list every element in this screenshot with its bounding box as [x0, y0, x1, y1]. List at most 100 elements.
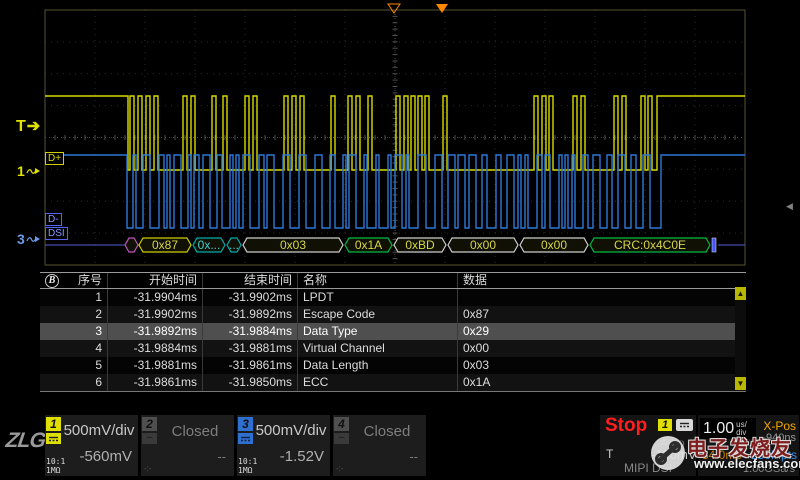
channel2-off-icon: – — [142, 433, 157, 444]
decode-packet: 0x87 — [139, 238, 191, 252]
channel4-status: Closed — [350, 423, 424, 440]
dc-coupling-icon — [238, 433, 253, 444]
cell-end-time: -31.9861ms — [203, 357, 298, 374]
ch3-waveform — [45, 155, 745, 228]
cell-index: 3 — [40, 323, 108, 340]
sample-rate: 1.00GSa/s — [743, 463, 795, 475]
cell-data: 0x87 — [458, 306, 734, 323]
svg-text:0x87: 0x87 — [152, 238, 178, 252]
bus-label-dsi: DSI — [45, 227, 68, 240]
signal-label-d-plus: D+ — [45, 152, 64, 165]
decode-event-table: B 序号 开始时间 结束时间 名称 数据 1-31.9904ms-31.9902… — [40, 272, 746, 392]
oscilloscope-screen: 0x87 0x...... 0x03 0x1A 0xBD 0x00 0x00 CRC:0x4C… — [0, 0, 800, 480]
waveform-display: 0x87 0x...... 0x03 0x1A 0xBD 0x00 0x00 CRC:0x4C… — [0, 0, 800, 270]
channel3-probe-info: 10:11MΩ — [238, 457, 257, 475]
cell-data: 0x29 — [458, 323, 734, 340]
scroll-up-icon[interactable]: ▲ — [735, 287, 746, 300]
trigger-source-badge: 1 — [658, 419, 672, 431]
trigger-position-marker-icon[interactable] — [388, 4, 400, 13]
trigger-level-marker-icon[interactable] — [436, 4, 448, 13]
cell-start-time: -31.9892ms — [108, 323, 203, 340]
decode-packet: 0x00 — [520, 238, 588, 252]
scroll-down-icon[interactable]: ▼ — [735, 377, 746, 390]
channel1-block[interactable]: 1 10:11MΩ 500mV/div -560mV — [45, 415, 138, 476]
timebase-scale-box: 1.00 us/div — [700, 418, 756, 439]
bus-b-icon: B — [45, 274, 59, 288]
svg-text:0x00: 0x00 — [470, 238, 496, 252]
channel3-position-marker[interactable]: 3 — [17, 231, 41, 247]
cell-index: 2 — [40, 306, 108, 323]
channel4-sub: -:- — [336, 464, 344, 473]
dc-coupling-icon — [46, 433, 61, 444]
svg-text:0x03: 0x03 — [280, 238, 306, 252]
channel2-block[interactable]: 2 – Closed -- -:- — [141, 415, 234, 476]
svg-text:...: ... — [229, 238, 239, 252]
decode-cursor — [712, 238, 716, 252]
channel4-offset: -- — [409, 449, 418, 464]
decode-packet: 0x1A — [345, 238, 392, 252]
coupling-arrow-icon — [26, 234, 41, 244]
decode-packet: CRC:0x4C0E — [590, 238, 710, 252]
channel-settings-row: 1 10:11MΩ 500mV/div -560mV 2 – Closed --… — [45, 415, 426, 476]
decode-packet: 0xBD — [394, 238, 446, 252]
event-table-body: 1-31.9904ms-31.9902msLPDT2-31.9902ms-31.… — [40, 289, 746, 392]
cell-name: Data Length — [298, 357, 458, 374]
header-start-time: 开始时间 — [108, 273, 203, 288]
channel2-status: Closed — [158, 423, 232, 440]
trigger-arrow-icon: ➔ — [27, 118, 41, 135]
table-scrollbar: ▲ ▼ — [735, 287, 746, 390]
trigger-block[interactable]: Stop 1 Auto T -120mV MIPI DSI — [600, 415, 696, 476]
decode-packet: 0x00 — [448, 238, 518, 252]
channel2-sub: -:- — [144, 464, 152, 473]
channel1-marker-number: 1 — [17, 163, 25, 179]
table-row[interactable]: 5-31.9881ms-31.9861msData Length0x03 — [40, 357, 746, 374]
header-data: 数据 — [458, 273, 734, 288]
table-row[interactable]: 2-31.9902ms-31.9892msEscape Code0x87 — [40, 306, 746, 323]
channel4-block[interactable]: 4 – Closed -- -:- — [333, 415, 426, 476]
channel3-block[interactable]: 3 10:11MΩ 500mV/div -1.52V — [237, 415, 330, 476]
acquisition-status[interactable]: Stop — [605, 415, 647, 437]
cell-name: Data Type — [298, 323, 458, 340]
cell-data — [458, 289, 734, 306]
channel1-scale: 500mV/div — [62, 422, 136, 439]
table-row[interactable]: 6-31.9861ms-31.9850msECC0x1A — [40, 374, 746, 391]
channel2-badge: 2 — [142, 417, 157, 431]
xpos-value: -940ns — [762, 432, 796, 444]
cell-end-time: -31.9892ms — [203, 306, 298, 323]
cell-index: 1 — [40, 289, 108, 306]
table-row[interactable]: 4-31.9884ms-31.9881msVirtual Channel0x00 — [40, 340, 746, 357]
cell-name: Escape Code — [298, 306, 458, 323]
trigger-coupling-icon — [676, 419, 693, 431]
channel3-badge: 3 — [238, 417, 253, 431]
cell-start-time: -31.9881ms — [108, 357, 203, 374]
trigger-position-label: T➔ — [16, 116, 41, 136]
channel1-position-marker[interactable]: 1 — [17, 163, 41, 179]
channel1-offset: -560mV — [79, 448, 132, 465]
cell-end-time: -31.9884ms — [203, 323, 298, 340]
cell-start-time: -31.9904ms — [108, 289, 203, 306]
coupling-arrow-icon — [26, 166, 41, 176]
panel-collapse-arrow-icon[interactable]: ◀ — [786, 201, 793, 212]
event-table-header: B 序号 开始时间 结束时间 名称 数据 — [40, 272, 746, 289]
xpos-label: X-Pos — [763, 419, 796, 433]
table-row[interactable]: 3-31.9892ms-31.9884msData Type0x29 — [40, 323, 746, 340]
timebase-block[interactable]: 1.00 us/div X-Pos -940ns 34.0ms 250Mpts … — [698, 415, 799, 476]
decode-packet — [125, 238, 138, 252]
cell-index: 4 — [40, 340, 108, 357]
table-row[interactable]: 1-31.9904ms-31.9902msLPDT — [40, 289, 746, 306]
timebase-scale: 1.00 — [703, 420, 734, 438]
decode-bus-type: MIPI DSI — [600, 461, 696, 475]
channel1-probe-info: 10:11MΩ — [46, 457, 65, 475]
cell-name: LPDT — [298, 289, 458, 306]
svg-text:0xBD: 0xBD — [405, 238, 435, 252]
trigger-level: -120mV — [651, 447, 697, 462]
cell-end-time: -31.9881ms — [203, 340, 298, 357]
record-length-time: 34.0ms — [702, 448, 741, 462]
svg-text:0x...: 0x... — [198, 238, 221, 252]
cell-data: 0x1A — [458, 374, 734, 391]
timebase-unit: us/div — [736, 421, 747, 437]
cell-end-time: -31.9850ms — [203, 374, 298, 391]
decode-packet: 0x03 — [243, 238, 343, 252]
header-index: B 序号 — [40, 273, 108, 288]
svg-text:0x00: 0x00 — [541, 238, 567, 252]
